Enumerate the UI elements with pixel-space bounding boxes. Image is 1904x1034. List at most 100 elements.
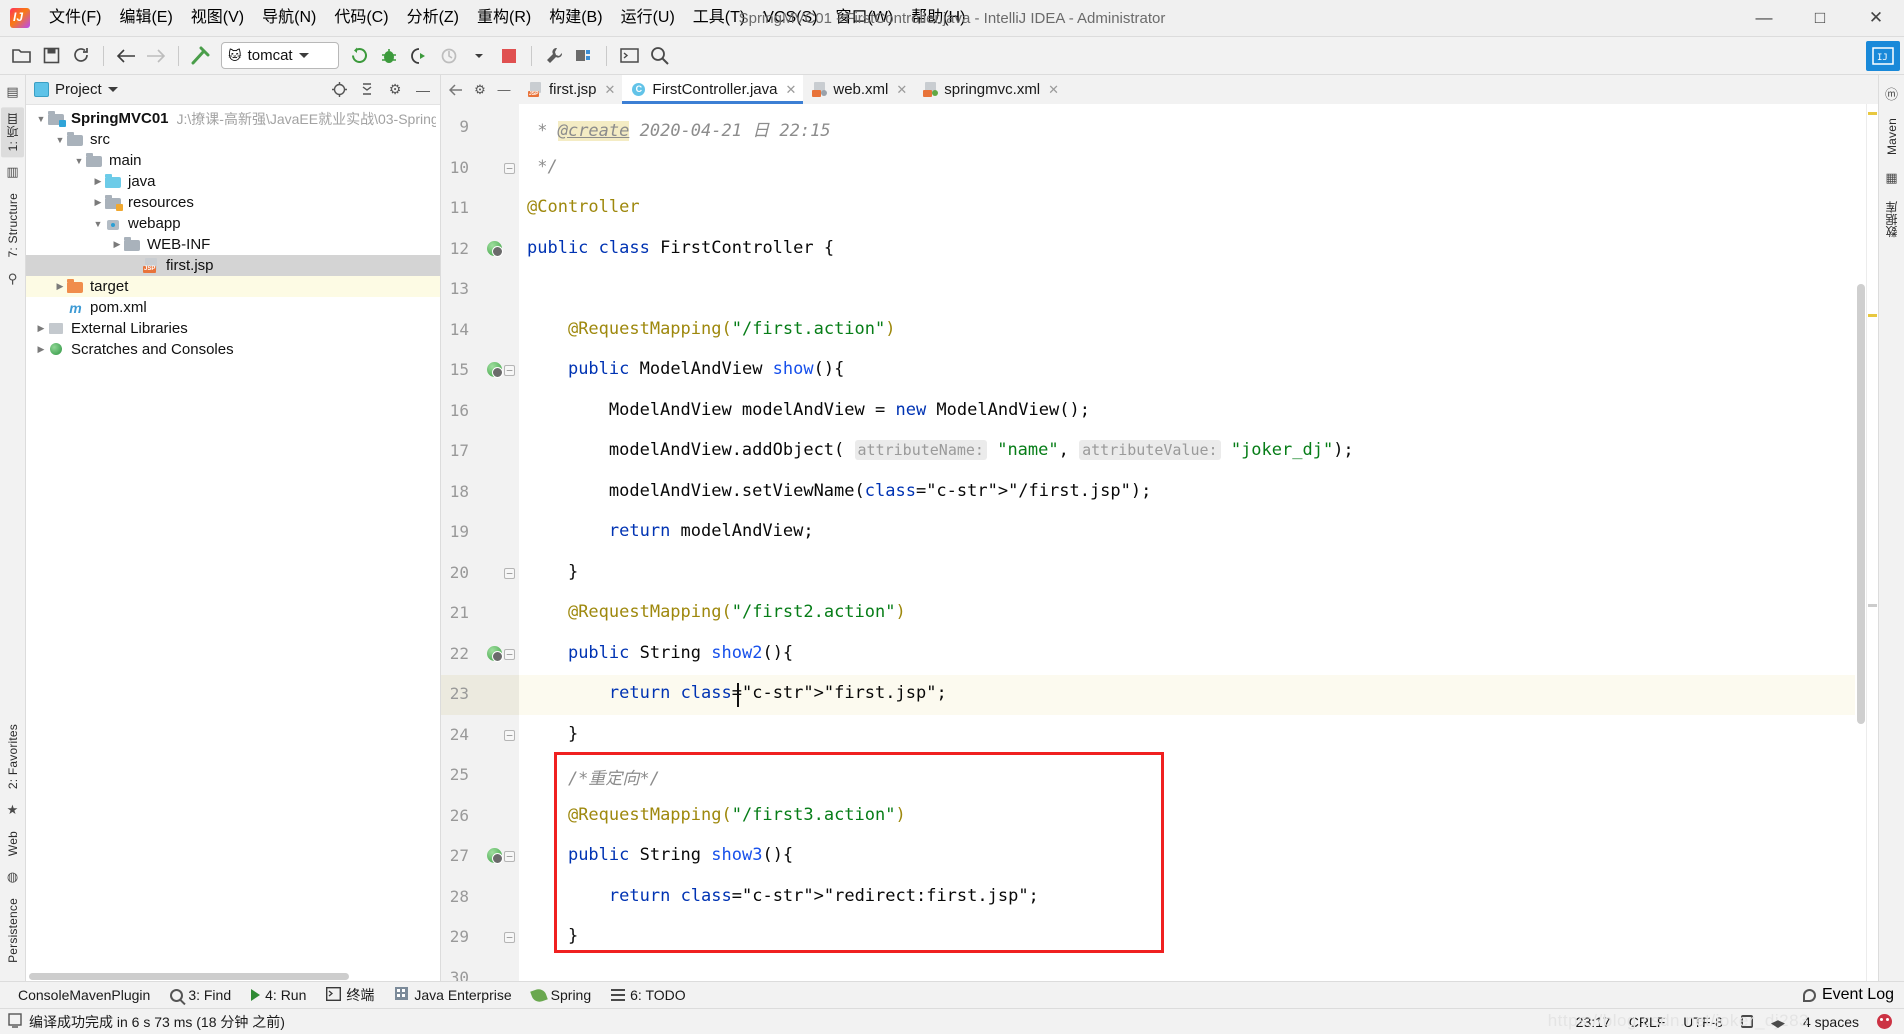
sidebar-tab-database[interactable]: 数据库 (1880, 195, 1903, 244)
code-line[interactable]: public ModelAndView show(){ (527, 359, 844, 379)
code-line[interactable]: public class FirstController { (527, 238, 834, 258)
code-line[interactable]: modelAndView.setViewName(class="c-str">"… (527, 481, 1151, 501)
menu-tools[interactable]: 工具(T) (684, 5, 754, 31)
code-fold-icon[interactable]: − (504, 729, 515, 742)
close-icon[interactable]: ✕ (1048, 82, 1059, 98)
tree-item-resources[interactable]: ▶ resources (26, 192, 440, 213)
tree-item-main[interactable]: ▼ main (26, 150, 440, 171)
code-editor[interactable]: 9 10 − 11 12 13 14 15 − 16 17 18 19 20 − 21 22 − 23 24 − 25 26… (441, 104, 1878, 981)
chevron-right-icon[interactable]: ▶ (53, 281, 67, 292)
menu-run[interactable]: 运行(U) (612, 5, 684, 31)
feedback-face-icon[interactable] (1877, 1014, 1892, 1029)
sidebar-tab-favorites[interactable]: 2: Favorites (3, 718, 23, 795)
editor-tabs[interactable]: JSP first.jsp ✕ C FirstController.java ✕ web.x… (519, 75, 1066, 104)
menu-refactor[interactable]: 重构(R) (468, 5, 540, 31)
editor-tab-firstcontroller-java[interactable]: C FirstController.java ✕ (622, 75, 804, 104)
chevron-right-icon[interactable]: ▶ (34, 323, 48, 334)
save-all-icon[interactable] (36, 42, 66, 70)
close-icon[interactable]: ✕ (605, 82, 616, 98)
sidebar-tab-project[interactable]: 1: 项目 (1, 107, 24, 158)
debug-icon[interactable] (374, 42, 404, 70)
chevron-down-icon[interactable] (107, 87, 118, 92)
chevron-down-icon[interactable]: ▼ (72, 156, 86, 166)
tree-item-java[interactable]: ▶ java (26, 171, 440, 192)
run-configuration-selector[interactable]: 🐱 tomcat (221, 42, 339, 69)
tool-run[interactable]: 4: Run (241, 984, 316, 1006)
project-tree[interactable]: ▼ SpringMVC01 J:\撩课-高新强\JavaEE就业实战\03-Spri… (26, 105, 440, 972)
tree-item-external-libraries[interactable]: ▶ External Libraries (26, 318, 440, 339)
editor-tab-springmvc-xml[interactable]: springmvc.xml ✕ (914, 75, 1066, 104)
chevron-right-icon[interactable]: ▶ (91, 197, 105, 208)
code-line[interactable]: modelAndView.addObject( attributeName: "… (527, 440, 1354, 460)
hide-editor-icon[interactable]: — (493, 79, 515, 101)
editor-gutter[interactable]: 9 10 − 11 12 13 14 15 − 16 17 18 19 20 − 21 22 − 23 24 − 25 26… (441, 104, 519, 981)
chevron-right-icon[interactable]: ▶ (110, 239, 124, 250)
close-icon[interactable]: ✕ (896, 82, 907, 98)
code-fold-icon[interactable]: − (504, 850, 515, 863)
code-line[interactable]: @RequestMapping("/first.action") (527, 319, 896, 339)
back-icon[interactable] (111, 42, 141, 70)
minimize-button[interactable]: — (1736, 0, 1792, 36)
project-horizontal-scrollbar[interactable] (26, 972, 440, 981)
window-controls[interactable]: — □ ✕ (1736, 0, 1904, 36)
tree-item-web-inf[interactable]: ▶ WEB-INF (26, 234, 440, 255)
tree-item-pom-xml[interactable]: m pom.xml (26, 297, 440, 318)
project-structure-icon[interactable] (569, 42, 599, 70)
menu-build[interactable]: 构建(B) (540, 5, 611, 31)
build-hammer-icon[interactable] (186, 42, 216, 70)
search-everywhere-icon[interactable] (644, 42, 674, 70)
code-fold-icon[interactable]: − (504, 567, 515, 580)
settings-gear-icon[interactable]: ⚙ (469, 79, 491, 101)
rerun-icon[interactable] (344, 42, 374, 70)
tool-console-maven-plugin[interactable]: ConsoleMavenPlugin (8, 984, 160, 1006)
tree-item-scratches-and-consoles[interactable]: ▶ Scratches and Consoles (26, 339, 440, 360)
spring-bean-gutter-icon[interactable] (487, 240, 504, 258)
code-line[interactable]: @RequestMapping("/first2.action") (527, 602, 906, 622)
profile-icon[interactable] (434, 42, 464, 70)
chevron-right-icon[interactable]: ▶ (91, 176, 105, 187)
code-line[interactable]: @Controller (527, 197, 640, 217)
error-stripe-markers[interactable] (1866, 104, 1878, 981)
menu-help[interactable]: 帮助(H) (902, 5, 974, 31)
code-line[interactable]: ModelAndView modelAndView = new ModelAnd… (527, 400, 1090, 420)
sidebar-tab-structure[interactable]: 7: Structure (3, 187, 23, 263)
spring-bean-gutter-icon[interactable] (487, 362, 504, 379)
tree-item-target[interactable]: ▶ target (26, 276, 440, 297)
code-fold-icon[interactable]: − (504, 931, 515, 944)
forward-icon[interactable] (141, 42, 171, 70)
tool-find[interactable]: 3: Find (160, 984, 241, 1006)
code-line[interactable]: * @create 2020-04-21 日 22:15 (527, 116, 831, 141)
status-indent[interactable]: 4 spaces (1803, 1014, 1859, 1030)
code-line[interactable]: */ (527, 157, 557, 177)
menu-file[interactable]: 文件(F) (40, 5, 110, 31)
sidebar-tab-persistence[interactable]: Persistence (3, 892, 23, 969)
tool-java-enterprise[interactable]: Java Enterprise (384, 984, 521, 1006)
terminal-icon[interactable] (614, 42, 644, 70)
tree-item-first-jsp[interactable]: JSP first.jsp (26, 255, 440, 276)
tree-item-springmvc01[interactable]: ▼ SpringMVC01 J:\撩课-高新强\JavaEE就业实战\03-Spri… (26, 108, 440, 129)
menu-analyze[interactable]: 分析(Z) (398, 5, 468, 31)
sync-icon[interactable] (66, 42, 96, 70)
code-line[interactable]: public String show2(){ (527, 643, 793, 663)
sidebar-tab-web[interactable]: Web (3, 825, 23, 862)
menu-window[interactable]: 窗口(W) (826, 5, 902, 31)
tool-todo[interactable]: 6: TODO (601, 984, 696, 1006)
code-fold-icon[interactable]: − (504, 162, 515, 175)
close-icon[interactable]: ✕ (785, 82, 796, 98)
run-with-coverage-icon[interactable] (404, 42, 434, 70)
event-log-group[interactable]: Event Log (1802, 986, 1904, 1004)
main-menu[interactable]: 文件(F) 编辑(E) 视图(V) 导航(N) 代码(C) 分析(Z) 重构(R) 构建(B)… (40, 0, 974, 36)
tool-spring[interactable]: Spring (522, 984, 601, 1006)
chevron-down-icon[interactable]: ▼ (34, 114, 48, 124)
code-fold-icon[interactable]: − (504, 648, 515, 661)
code-line[interactable]: } (527, 562, 578, 582)
editor-vertical-scrollbar[interactable] (1855, 104, 1866, 981)
settings-wrench-icon[interactable] (539, 42, 569, 70)
dropdown-arrow-icon[interactable] (464, 42, 494, 70)
menu-view[interactable]: 视图(V) (182, 5, 253, 31)
chevron-down-icon[interactable]: ▼ (91, 219, 105, 229)
menu-code[interactable]: 代码(C) (325, 5, 397, 31)
menu-navigate[interactable]: 导航(N) (253, 5, 325, 31)
close-button[interactable]: ✕ (1848, 0, 1904, 36)
menu-vcs[interactable]: VCS(S) (754, 5, 826, 31)
